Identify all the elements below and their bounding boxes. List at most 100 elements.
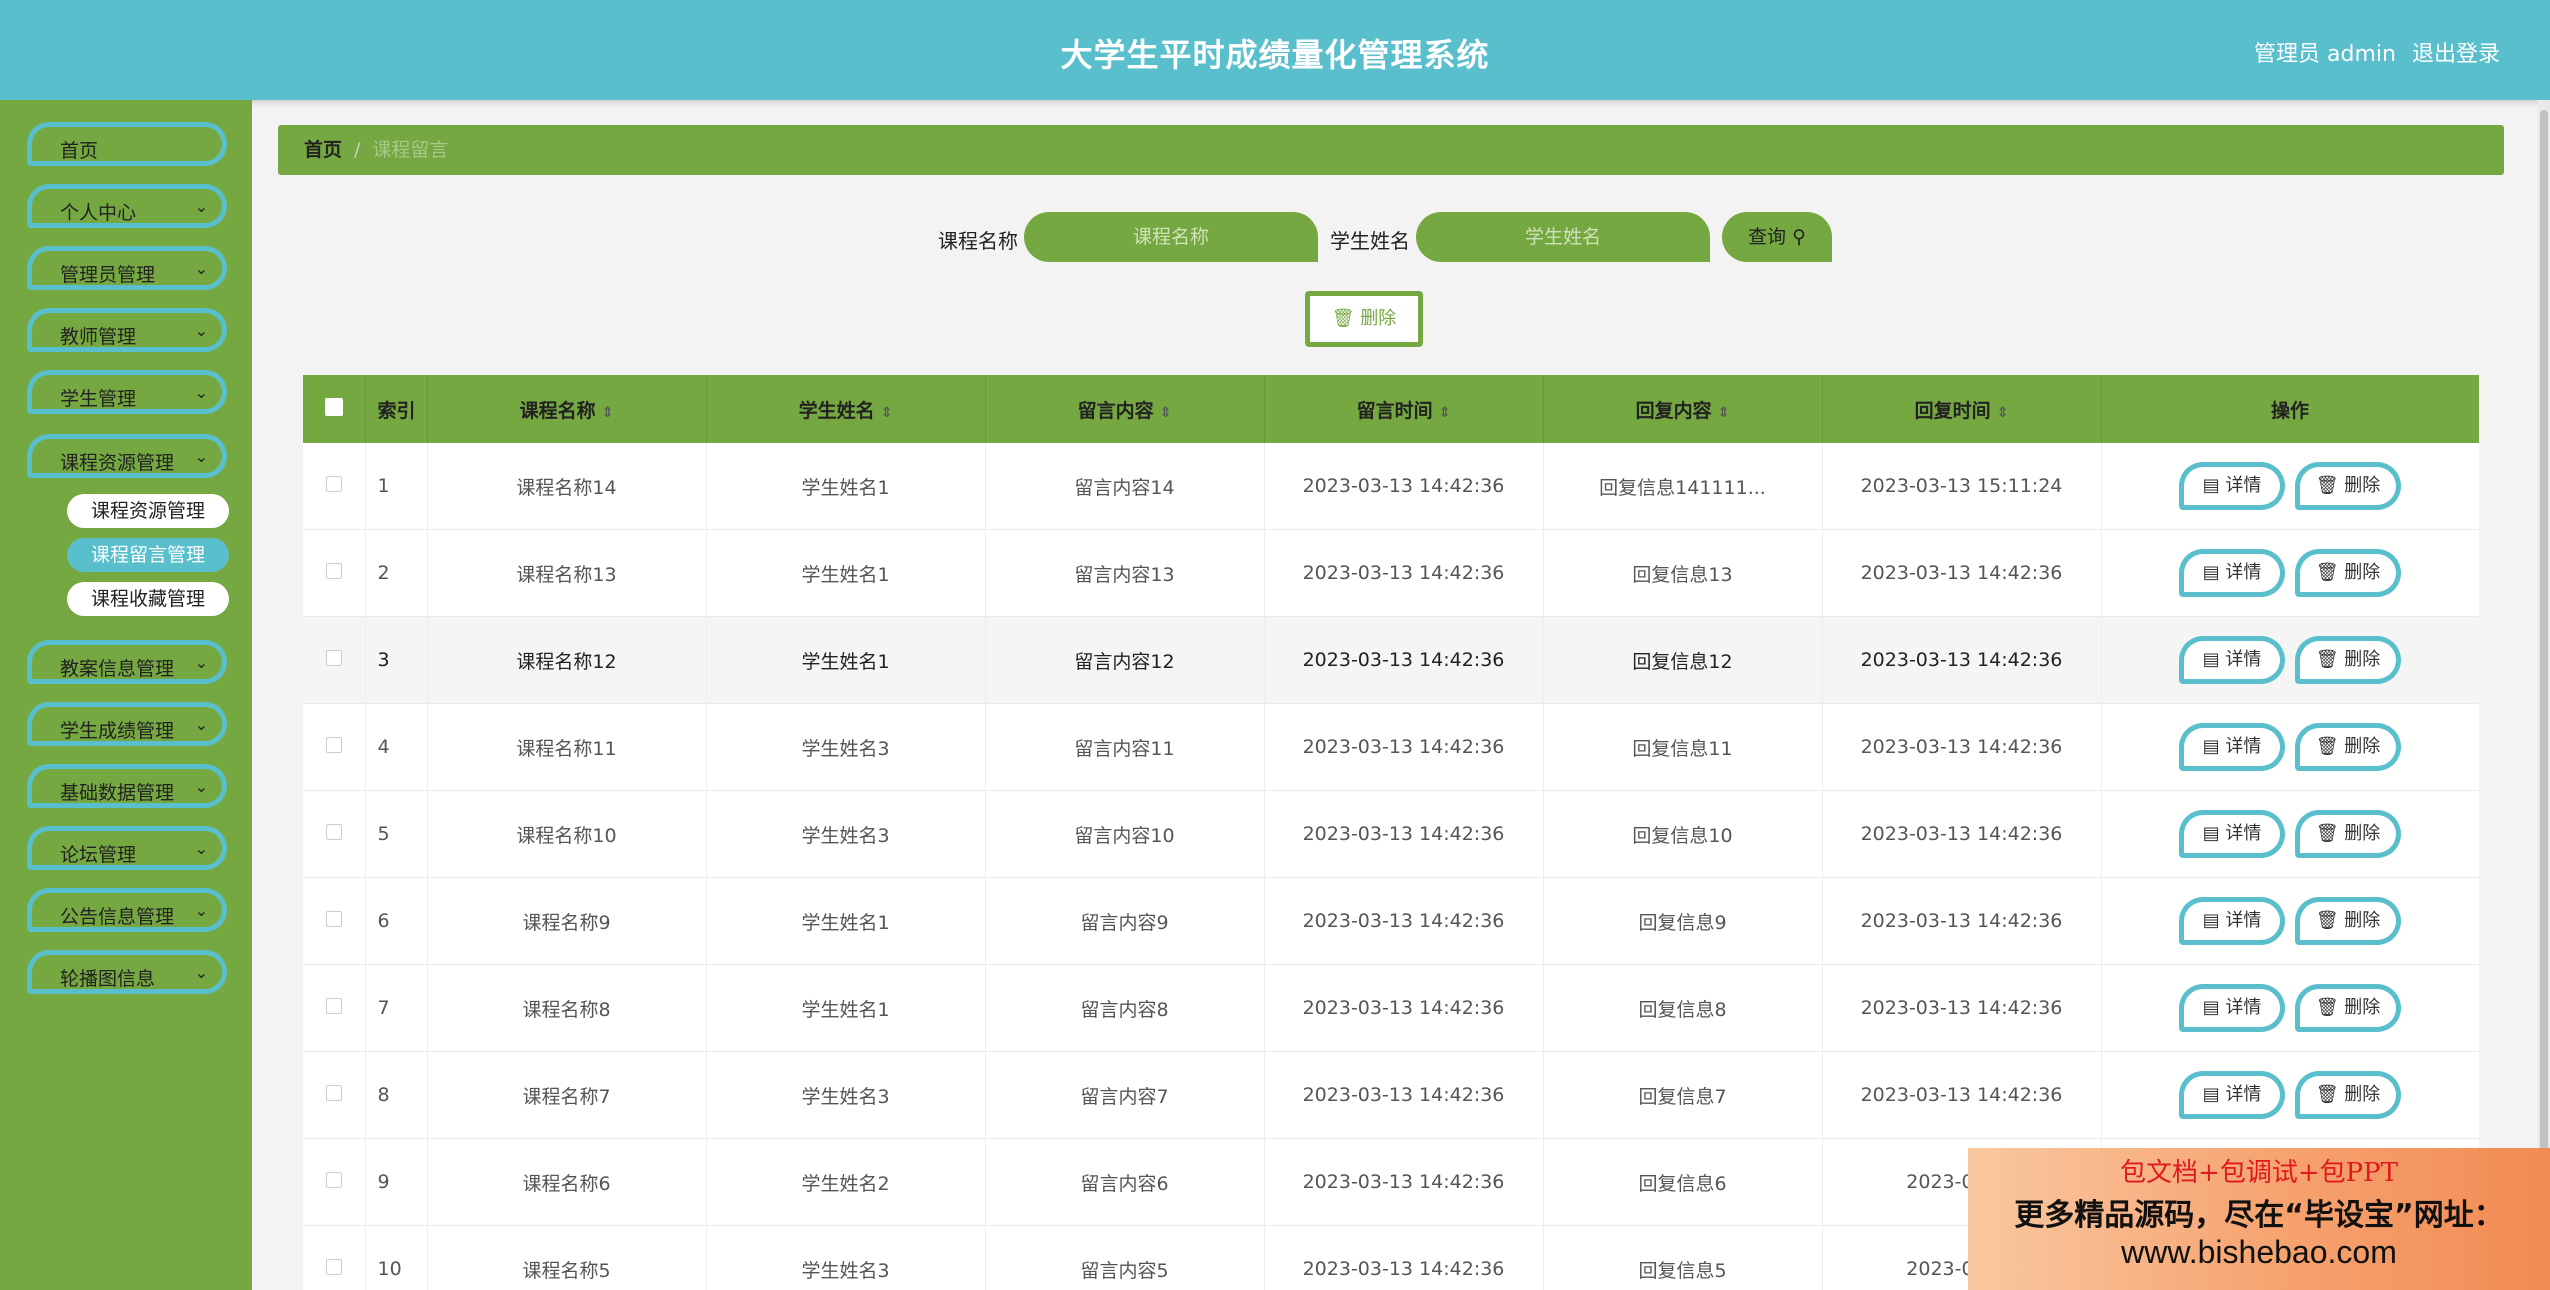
trash-icon: 🗑 bbox=[2315, 823, 2339, 844]
detail-button[interactable]: ▤ 详情 bbox=[2179, 723, 2285, 771]
student-name-input[interactable] bbox=[1416, 212, 1710, 262]
col-header-content[interactable]: 留言内容 ⇕ bbox=[985, 375, 1265, 443]
vertical-scrollbar[interactable] bbox=[2538, 100, 2550, 1290]
sidebar-item-carousel-info[interactable]: 轮播图信息 ⌄ bbox=[27, 950, 227, 994]
row-checkbox[interactable] bbox=[325, 737, 342, 753]
sort-icon: ⇕ bbox=[880, 404, 893, 421]
cell-message-time: 2023-03-13 14:42:36 bbox=[1264, 964, 1544, 1052]
row-checkbox[interactable] bbox=[325, 1172, 342, 1188]
ad-banner: 包文档+包调试+包PPT 更多精品源码，尽在“毕设宝”网址： www.bishe… bbox=[1968, 1148, 2550, 1290]
detail-button[interactable]: ▤ 详情 bbox=[2179, 897, 2285, 945]
delete-button[interactable]: 🗑 删除 bbox=[2295, 462, 2401, 510]
sidebar-item-forum-management[interactable]: 论坛管理 ⌄ bbox=[27, 826, 227, 870]
detail-button[interactable]: ▤ 详情 bbox=[2179, 984, 2285, 1032]
cell-reply-content: 回复信息13 bbox=[1543, 529, 1823, 617]
sidebar-item-basic-data-management[interactable]: 基础数据管理 ⌄ bbox=[27, 764, 227, 808]
ad-url: www.bishebao.com bbox=[2121, 1234, 2397, 1270]
row-select-cell bbox=[303, 443, 366, 530]
chevron-down-icon: ⌄ bbox=[194, 321, 208, 340]
delete-button[interactable]: 🗑 删除 bbox=[2295, 897, 2401, 945]
row-checkbox[interactable] bbox=[325, 911, 342, 927]
col-header-reply[interactable]: 回复内容 ⇕ bbox=[1543, 375, 1823, 443]
sidebar-item-announcement-management[interactable]: 公告信息管理 ⌄ bbox=[27, 888, 227, 932]
sidebar-item-personal-center[interactable]: 个人中心 ⌄ bbox=[27, 184, 227, 228]
row-checkbox[interactable] bbox=[325, 998, 342, 1014]
cell-student-name: 学生姓名1 bbox=[706, 529, 986, 617]
cell-actions: ▤ 详情🗑 删除 bbox=[2101, 616, 2479, 704]
cell-message-time: 2023-03-13 14:42:36 bbox=[1264, 877, 1544, 965]
row-checkbox[interactable] bbox=[325, 1259, 342, 1275]
batch-delete-button[interactable]: 🗑 删除 bbox=[1305, 291, 1423, 347]
col-header-label: 留言内容 bbox=[1077, 399, 1154, 422]
cell-reply-content: 回复信息10 bbox=[1543, 790, 1823, 878]
cell-reply-time: 2023-03-13 14:42:36 bbox=[1822, 529, 2102, 617]
submenu-course-message[interactable]: 课程留言管理 bbox=[67, 538, 229, 572]
scrollbar-thumb[interactable] bbox=[2540, 110, 2548, 1190]
row-checkbox[interactable] bbox=[325, 1085, 342, 1101]
delete-button[interactable]: 🗑 删除 bbox=[2295, 549, 2401, 597]
submenu-course-resource[interactable]: 课程资源管理 bbox=[67, 494, 229, 528]
cell-index: 5 bbox=[365, 790, 428, 878]
delete-label: 删除 bbox=[2344, 475, 2381, 496]
logout-link[interactable]: 退出登录 bbox=[2412, 36, 2500, 68]
col-header-time[interactable]: 留言时间 ⇕ bbox=[1264, 375, 1544, 443]
detail-button[interactable]: ▤ 详情 bbox=[2179, 810, 2285, 858]
row-checkbox[interactable] bbox=[325, 563, 342, 579]
sort-icon: ⇕ bbox=[1438, 404, 1451, 421]
sort-icon: ⇕ bbox=[1996, 404, 2009, 421]
trash-icon: 🗑 bbox=[2315, 736, 2339, 757]
cell-message-content: 留言内容11 bbox=[985, 703, 1265, 791]
sidebar-item-label: 公告信息管理 bbox=[60, 906, 175, 928]
detail-label: 详情 bbox=[2225, 562, 2262, 583]
detail-button[interactable]: ▤ 详情 bbox=[2179, 462, 2285, 510]
cell-student-name: 学生姓名2 bbox=[706, 1138, 986, 1226]
breadcrumb-home[interactable]: 首页 bbox=[304, 139, 342, 161]
row-select-cell bbox=[303, 1225, 366, 1290]
detail-button[interactable]: ▤ 详情 bbox=[2179, 1071, 2285, 1119]
cell-message-time: 2023-03-13 14:42:36 bbox=[1264, 529, 1544, 617]
query-button[interactable]: 查询 ⚲ bbox=[1722, 212, 1832, 262]
row-select-cell bbox=[303, 616, 366, 704]
row-checkbox[interactable] bbox=[325, 824, 342, 840]
detail-button[interactable]: ▤ 详情 bbox=[2179, 549, 2285, 597]
delete-button[interactable]: 🗑 删除 bbox=[2295, 1071, 2401, 1119]
cell-reply-time: 2023-03-13 14:42:36 bbox=[1822, 964, 2102, 1052]
sidebar-item-grade-management[interactable]: 学生成绩管理 ⌄ bbox=[27, 702, 227, 746]
cell-message-time: 2023-03-13 14:42:36 bbox=[1264, 703, 1544, 791]
table-row: 3 课程名称12 学生姓名1 留言内容12 2023-03-13 14:42:36 回复信… bbox=[303, 616, 2479, 704]
chevron-down-icon: ⌄ bbox=[194, 259, 208, 278]
select-all-checkbox[interactable] bbox=[324, 397, 343, 416]
sidebar-item-course-resource-management[interactable]: 课程资源管理 ⌄ bbox=[27, 434, 227, 478]
submenu-course-favorite[interactable]: 课程收藏管理 bbox=[67, 582, 229, 616]
detail-button[interactable]: ▤ 详情 bbox=[2179, 636, 2285, 684]
delete-label: 删除 bbox=[2344, 823, 2381, 844]
delete-button[interactable]: 🗑 删除 bbox=[2295, 636, 2401, 684]
row-checkbox[interactable] bbox=[325, 650, 342, 666]
sidebar-item-admin-management[interactable]: 管理员管理 ⌄ bbox=[27, 246, 227, 290]
document-icon: ▤ bbox=[2202, 910, 2220, 931]
course-name-input[interactable] bbox=[1024, 212, 1318, 262]
col-header-label: 回复时间 bbox=[1914, 399, 1991, 422]
delete-label: 删除 bbox=[2344, 649, 2381, 670]
chevron-down-icon: ⌄ bbox=[194, 383, 208, 402]
sidebar-item-student-management[interactable]: 学生管理 ⌄ bbox=[27, 370, 227, 414]
col-header-student[interactable]: 学生姓名 ⇕ bbox=[706, 375, 986, 443]
sidebar-item-home[interactable]: 首页 bbox=[27, 122, 227, 166]
cell-message-time: 2023-03-13 14:42:36 bbox=[1264, 1138, 1544, 1226]
delete-button[interactable]: 🗑 删除 bbox=[2295, 984, 2401, 1032]
col-header-reply-time[interactable]: 回复时间 ⇕ bbox=[1822, 375, 2102, 443]
admin-user-label: 管理员 admin bbox=[2254, 42, 2396, 67]
trash-icon: 🗑 bbox=[2315, 562, 2339, 583]
document-icon: ▤ bbox=[2202, 649, 2220, 670]
cell-course-name: 课程名称8 bbox=[427, 964, 707, 1052]
breadcrumb-current: 课程留言 bbox=[372, 139, 449, 161]
delete-button[interactable]: 🗑 删除 bbox=[2295, 810, 2401, 858]
document-icon: ▤ bbox=[2202, 1084, 2220, 1105]
chevron-down-icon: ⌄ bbox=[194, 715, 208, 734]
row-checkbox[interactable] bbox=[325, 476, 342, 492]
delete-button[interactable]: 🗑 删除 bbox=[2295, 723, 2401, 771]
sidebar-item-lesson-plan-management[interactable]: 教案信息管理 ⌄ bbox=[27, 640, 227, 684]
sidebar-item-teacher-management[interactable]: 教师管理 ⌄ bbox=[27, 308, 227, 352]
col-header-course[interactable]: 课程名称 ⇕ bbox=[427, 375, 707, 443]
top-header: 大学生平时成绩量化管理系统 管理员 admin 退出登录 bbox=[0, 0, 2550, 100]
